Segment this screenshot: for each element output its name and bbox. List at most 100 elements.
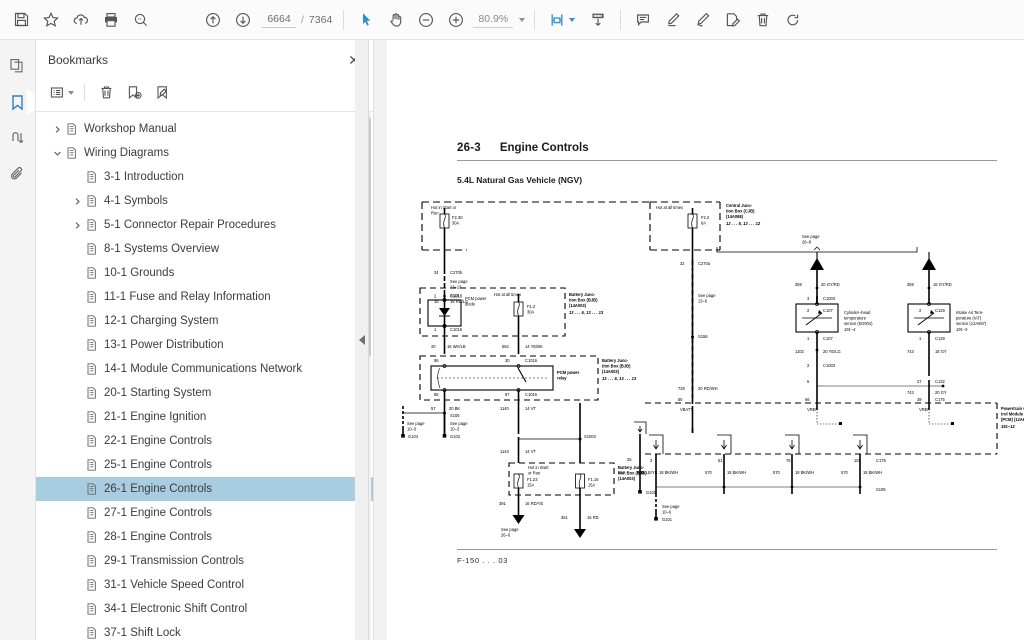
zoom-in-button[interactable]	[441, 5, 471, 35]
svg-text:30A: 30A	[527, 310, 535, 315]
bookmark-item[interactable]: 21-1 Engine Ignition	[36, 405, 373, 429]
svg-text:14 VT: 14 VT	[525, 406, 536, 411]
svg-text:G101: G101	[646, 490, 657, 495]
bookmark-item[interactable]: Workshop Manual	[36, 117, 373, 141]
bookmark-page-icon	[84, 285, 100, 309]
svg-text:20: 20	[431, 344, 436, 349]
bookmark-item[interactable]: 14-1 Module Communications Network	[36, 357, 373, 381]
print-button[interactable]	[96, 5, 126, 35]
rail-item-attachments[interactable]	[2, 156, 34, 192]
favorite-button[interactable]	[36, 5, 66, 35]
chevron-down-icon[interactable]	[50, 141, 64, 165]
bookmark-label: 26-1 Engine Controls	[104, 483, 212, 495]
rail-item-bookmarks[interactable]	[2, 84, 34, 120]
save-button[interactable]	[6, 5, 36, 35]
chevron-down-icon[interactable]	[519, 18, 525, 22]
bookmark-item[interactable]: 12-1 Charging System	[36, 309, 373, 333]
bookmark-label: 29-1 Transmission Controls	[104, 555, 244, 567]
comment-button[interactable]	[628, 5, 658, 35]
bookmark-item[interactable]: 20-1 Starting System	[36, 381, 373, 405]
svg-text:trol Module: trol Module	[1001, 412, 1024, 417]
fit-options-chevron-icon[interactable]	[569, 18, 575, 22]
edit-bookmark-button[interactable]	[149, 80, 175, 106]
sign-document-button[interactable]	[718, 5, 748, 35]
svg-text:C270a: C270a	[698, 261, 711, 266]
bookmark-item[interactable]: 5-1 Connector Repair Procedures	[36, 213, 373, 237]
svg-text:tion Box (BJB): tion Box (BJB)	[602, 364, 631, 369]
bookmark-item[interactable]: 3-1 Introduction	[36, 165, 373, 189]
chevron-right-icon[interactable]	[70, 213, 84, 237]
select-tool[interactable]	[351, 5, 381, 35]
rotate-button[interactable]	[778, 5, 808, 35]
bookmark-item[interactable]: Wiring Diagrams	[36, 141, 373, 165]
svg-text:27: 27	[917, 379, 922, 384]
bookmark-item[interactable]: 34-1 Electronic Shift Control	[36, 597, 373, 621]
zoom-level-field[interactable]: 80.9%	[473, 12, 525, 28]
chevron-right-icon[interactable]	[50, 117, 64, 141]
svg-text:C1016: C1016	[525, 358, 538, 363]
svg-text:51: 51	[718, 458, 723, 463]
bookmarks-toolbar	[36, 74, 373, 112]
bookmark-page-icon	[84, 309, 100, 333]
bookmarks-list[interactable]: ▲ Workshop ManualWiring Diagrams3-1 Intr…	[36, 112, 373, 640]
bookmark-label: 14-1 Module Communications Network	[104, 363, 302, 375]
svg-text:C1016: C1016	[525, 392, 538, 397]
add-bookmark-button[interactable]	[121, 80, 147, 106]
current-page-input[interactable]: 6664	[262, 12, 296, 28]
cloud-upload-button[interactable]	[66, 5, 96, 35]
svg-text:26–6: 26–6	[501, 533, 511, 538]
page-number-field[interactable]: 6664 / 7364	[262, 12, 332, 28]
svg-text:Hot at all times: Hot at all times	[656, 205, 683, 210]
rail-item-thumbnails[interactable]	[2, 48, 34, 84]
pan-tool[interactable]	[381, 5, 411, 35]
rail-item-signature[interactable]	[2, 120, 34, 156]
svg-text:13 . . . 6, 13 . . . 13: 13 . . . 6, 13 . . . 13	[602, 376, 637, 381]
svg-text:2: 2	[919, 308, 922, 313]
delete-button[interactable]	[748, 5, 778, 35]
svg-text:103: 103	[854, 458, 862, 463]
highlight-button[interactable]	[658, 5, 688, 35]
bookmark-item[interactable]: 31-1 Vehicle Speed Control	[36, 573, 373, 597]
svg-text:Battery Junc-: Battery Junc-	[569, 292, 596, 297]
collapse-panel-handle[interactable]	[355, 40, 369, 640]
zoom-out-button[interactable]	[411, 5, 441, 35]
document-viewer[interactable]: 26-3 Engine Controls 5.4L Natural Gas Ve…	[374, 40, 1024, 640]
bookmark-item[interactable]: 8-1 Systems Overview	[36, 237, 373, 261]
svg-text:See page: See page	[407, 421, 425, 426]
bookmark-options-button[interactable]	[46, 80, 76, 106]
svg-text:(14A003): (14A003)	[602, 369, 620, 374]
fit-page-button[interactable]	[542, 5, 572, 35]
bookmark-item[interactable]: 22-1 Engine Controls	[36, 429, 373, 453]
chevron-right-icon[interactable]	[70, 189, 84, 213]
bookmark-item[interactable]: 37-1 Shift Lock	[36, 621, 373, 640]
bookmark-item[interactable]: 13-1 Power Distribution	[36, 333, 373, 357]
svg-text:F1.23: F1.23	[527, 477, 538, 482]
next-page-button[interactable]	[228, 5, 258, 35]
bookmark-item[interactable]: 10-1 Grounds	[36, 261, 373, 285]
search-button[interactable]	[126, 5, 156, 35]
bookmark-page-icon	[84, 549, 100, 573]
bookmark-item[interactable]: 4-1 Symbols	[36, 189, 373, 213]
bookmark-item[interactable]: 26-1 Engine Controls	[36, 477, 373, 501]
pen-draw-button[interactable]	[688, 5, 718, 35]
bookmark-page-icon	[84, 501, 100, 525]
svg-text:PCM power: PCM power	[465, 296, 487, 301]
zoom-level-value[interactable]: 80.9%	[473, 12, 513, 28]
chevron-down-icon[interactable]	[68, 91, 74, 95]
svg-text:C107: C107	[823, 308, 834, 313]
previous-page-button[interactable]	[198, 5, 228, 35]
delete-bookmark-button[interactable]	[93, 80, 119, 106]
svg-text:5: 5	[807, 379, 810, 384]
svg-text:See page: See page	[662, 504, 680, 509]
svg-text:10–3: 10–3	[450, 427, 460, 432]
bookmark-item[interactable]: 27-1 Engine Controls	[36, 501, 373, 525]
bookmark-item[interactable]: 28-1 Engine Controls	[36, 525, 373, 549]
scroll-mode-button[interactable]	[583, 5, 613, 35]
bookmark-item[interactable]: 25-1 Engine Controls	[36, 453, 373, 477]
svg-text:6A: 6A	[701, 221, 706, 226]
bookmark-item[interactable]: 29-1 Transmission Controls	[36, 549, 373, 573]
bookmarks-panel-header: Bookmarks ✕	[36, 46, 373, 74]
bookmark-item[interactable]: 11-1 Fuse and Relay Information	[36, 285, 373, 309]
svg-text:See page: See page	[802, 234, 820, 239]
svg-text:tion Box (BJB): tion Box (BJB)	[569, 298, 598, 303]
